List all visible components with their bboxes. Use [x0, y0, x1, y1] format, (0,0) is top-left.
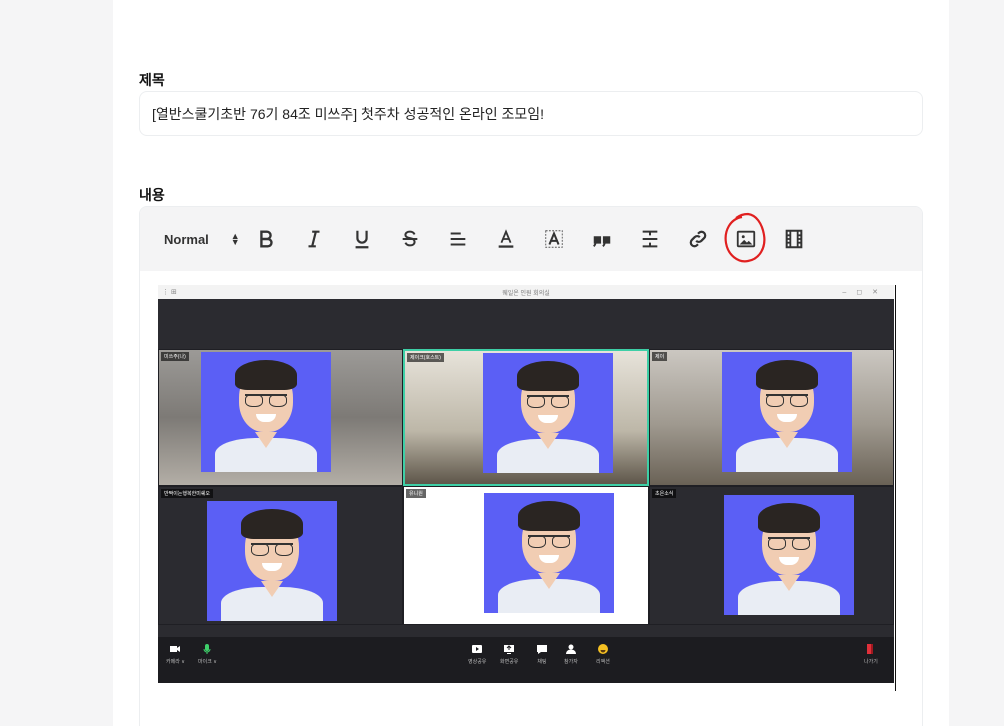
participant-name: 초은소식: [652, 489, 677, 498]
video-icon: [785, 229, 803, 249]
select-arrows-icon: ▲ ▼: [230, 231, 240, 247]
font-color-button[interactable]: [494, 227, 518, 251]
mic-control: 마이크 ∨: [198, 643, 217, 665]
participant-name: 미쓰주(나): [161, 352, 189, 361]
meeting-screenshot: ⋮ ⊞ 웨일온 인원 회의실 –◻✕ 미쓰주(나) 제이크(호스트) 제이 반짝…: [158, 285, 894, 683]
profile-photo: [201, 352, 331, 472]
align-button[interactable]: [446, 227, 470, 251]
participant-name: 제이: [652, 352, 668, 361]
bold-button[interactable]: [254, 227, 278, 251]
participant-tile-active: 제이크(호스트): [403, 349, 649, 486]
post-editor-card: 제목 [열반스쿨기초반 76기 84조 미쓰주] 첫주차 성공적인 온라인 조모…: [113, 0, 949, 726]
participant-tile: 반짝이는행복한미쉐오: [158, 486, 403, 625]
content-label: 내용: [139, 187, 165, 203]
editor-toolbar: Normal ▲ ▼: [140, 207, 922, 271]
format-select-value: Normal: [164, 231, 209, 247]
font-color-icon: [498, 229, 514, 248]
profile-photo: [483, 353, 613, 473]
participant-name: 반짝이는행복한미쉐오: [161, 489, 214, 498]
emoji-icon: [597, 644, 608, 654]
participant-tile: 초은소식: [649, 486, 894, 625]
camera-icon: [170, 646, 181, 652]
meeting-titlebar: ⋮ ⊞ 웨일온 인원 회의실 –◻✕: [158, 285, 894, 299]
people-icon: [565, 644, 576, 654]
participants-control: 참가자: [564, 643, 578, 665]
chat-control: 채팅: [536, 643, 548, 665]
title-value: [열반스쿨기초반 76기 84조 미쓰주] 첫주차 성공적인 온라인 조모임!: [152, 105, 545, 122]
italic-button[interactable]: [302, 227, 326, 251]
window-controls-icon: –◻✕: [842, 289, 888, 296]
participant-grid: 미쓰주(나) 제이크(호스트) 제이 반짝이는행복한미쉐오 유니원 초은소식: [158, 349, 894, 625]
title-input[interactable]: [열반스쿨기초반 76기 84조 미쓰주] 첫주차 성공적인 온라인 조모임!: [139, 91, 923, 136]
link-button[interactable]: [686, 227, 710, 251]
video-share-control: 영상공유: [468, 643, 486, 665]
camera-control: 카메라 ∨: [166, 643, 185, 665]
chat-icon: [537, 645, 547, 654]
blockquote-icon: [592, 236, 610, 247]
participant-name: 제이크(호스트): [407, 353, 444, 362]
meeting-window-title: 웨일온 인원 회의실: [502, 290, 550, 297]
screen-share-icon: [504, 645, 515, 654]
exit-icon: [866, 644, 873, 654]
participant-name: 유니원: [406, 489, 426, 498]
bold-icon: [259, 230, 273, 248]
italic-icon: [308, 230, 320, 248]
strike-icon: [402, 230, 418, 247]
align-icon: [450, 232, 466, 246]
underline-icon: [355, 230, 369, 249]
blockquote-button[interactable]: [590, 227, 614, 251]
rich-text-editor: Normal ▲ ▼ ⋮ ⊞ 웨일온 인원 회의실 –◻✕ 미쓰주(나) 제이크…: [139, 206, 923, 726]
link-icon: [689, 230, 707, 248]
background-color-button[interactable]: [542, 227, 566, 251]
profile-photo: [724, 495, 854, 615]
meeting-controls-bar: 카메라 ∨ 마이크 ∨ 영상공유 화면공유 채팅 참가자 리액션 나가기: [158, 637, 894, 683]
microphone-icon: [203, 644, 211, 654]
video-share-icon: [472, 645, 483, 653]
profile-photo: [484, 493, 614, 613]
participant-tile: 유니원: [403, 486, 649, 625]
image-button[interactable]: [734, 227, 758, 251]
divider-button[interactable]: [638, 227, 662, 251]
profile-photo: [207, 501, 337, 621]
image-resize-edge: [895, 285, 896, 691]
strike-button[interactable]: [398, 227, 422, 251]
underline-button[interactable]: [350, 227, 374, 251]
background-color-icon: [545, 230, 563, 248]
reaction-control: 리액션: [596, 643, 610, 665]
video-button[interactable]: [782, 227, 806, 251]
profile-photo: [722, 352, 852, 472]
image-icon: [736, 230, 755, 248]
divider-icon: [642, 230, 658, 248]
leave-control: 나가기: [864, 643, 878, 665]
participant-tile: 미쓰주(나): [158, 349, 403, 486]
editor-content[interactable]: ⋮ ⊞ 웨일온 인원 회의실 –◻✕ 미쓰주(나) 제이크(호스트) 제이 반짝…: [140, 271, 922, 726]
participant-tile: 제이: [649, 349, 894, 486]
screen-share-control: 화면공유: [500, 643, 518, 665]
title-label: 제목: [139, 72, 165, 88]
format-select[interactable]: Normal ▲ ▼: [164, 232, 240, 247]
